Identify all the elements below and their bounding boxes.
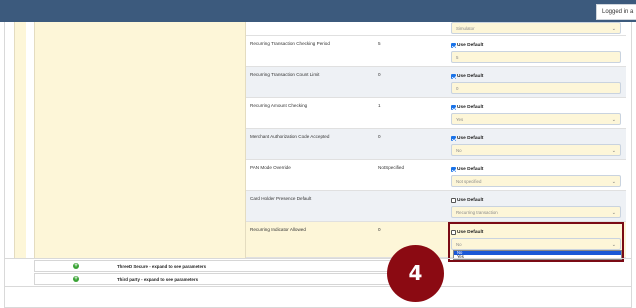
use-default-label: Use Default <box>457 42 484 48</box>
tree-group-column <box>34 22 246 258</box>
step-number-badge: 4 <box>387 245 444 302</box>
use-default-checkbox[interactable] <box>451 135 456 141</box>
param-name: Recurring Transaction Count Limit <box>250 72 320 77</box>
use-default-checkbox-group[interactable]: Use Default <box>451 134 483 142</box>
use-default-checkbox[interactable] <box>451 166 456 172</box>
plus-circle-icon[interactable]: + <box>73 276 79 282</box>
param-value: 1 <box>378 103 381 108</box>
param-select[interactable]: Not specified ⌄ <box>451 175 621 187</box>
param-row: PAN Mode Override NotSpecified Use Defau… <box>246 160 626 191</box>
section-label: ThreeD Secure - expand to see parameters <box>117 264 207 269</box>
param-select[interactable]: Yes ⌄ <box>451 113 621 125</box>
param-row: Merchant Authorization Code Accepted 0 U… <box>246 129 626 160</box>
param-row: Card Holder Presence Default Use Default… <box>246 191 626 222</box>
use-default-checkbox-group[interactable]: Use Default <box>451 165 483 173</box>
use-default-label: Use Default <box>457 197 484 203</box>
use-default-checkbox[interactable] <box>451 73 456 79</box>
chevron-down-icon: ⌄ <box>611 210 616 216</box>
param-value: 0 <box>378 227 381 232</box>
use-default-label: Use Default <box>457 73 484 79</box>
use-default-checkbox[interactable] <box>451 42 456 48</box>
plus-circle-icon[interactable]: + <box>73 263 79 269</box>
chevron-down-icon: ⌄ <box>611 148 616 154</box>
use-default-checkbox-group[interactable]: Use Default <box>451 196 483 204</box>
use-default-checkbox-group[interactable]: Use Default <box>451 72 483 80</box>
param-name: Merchant Authorization Code Accepted <box>250 134 330 139</box>
logged-in-label: Logged in a <box>596 4 636 20</box>
use-default-label: Use Default <box>457 104 484 110</box>
divider <box>4 258 632 259</box>
param-name: Recurring Amount Checking <box>250 103 308 108</box>
tree-indent-column <box>14 22 26 258</box>
section-label: Third party - expand to see parameters <box>117 277 199 282</box>
use-default-checkbox-group[interactable]: Use Default <box>451 41 483 49</box>
select-value: Simulator <box>456 26 475 31</box>
param-select[interactable]: No ⌄ <box>451 144 621 156</box>
param-select[interactable]: Recurring transaction ⌄ <box>451 206 621 218</box>
use-default-label: Use Default <box>457 166 484 172</box>
divider <box>4 286 632 287</box>
param-row: Recurring Transaction Count Limit 0 Use … <box>246 67 626 98</box>
param-value: 5 <box>378 41 381 46</box>
param-select[interactable]: Simulator ⌄ <box>451 22 621 34</box>
param-value: NotSpecified <box>378 165 405 170</box>
chevron-down-icon: ⌄ <box>611 26 616 32</box>
select-value: Not specified <box>456 179 482 184</box>
param-value: 0 <box>378 72 381 77</box>
use-default-checkbox[interactable] <box>451 197 456 203</box>
param-name: Card Holder Presence Default <box>250 196 312 201</box>
param-input[interactable]: 0 <box>451 82 621 94</box>
param-name: Recurring Transaction Checking Period <box>250 41 330 46</box>
param-row: Recurring Transaction Checking Period 5 … <box>246 36 626 67</box>
top-header-bar <box>0 0 636 22</box>
section-row-threed-secure[interactable]: + ThreeD Secure - expand to see paramete… <box>34 260 416 272</box>
chevron-down-icon: ⌄ <box>611 179 616 185</box>
param-name: Recurring Indicator Allowed <box>250 227 306 232</box>
param-value: 0 <box>378 134 381 139</box>
select-value: No <box>456 148 462 153</box>
param-name: PAN Mode Override <box>250 165 291 170</box>
select-value: Recurring transaction <box>456 210 498 215</box>
param-row: Recurring Amount Checking 1 Use Default … <box>246 98 626 129</box>
param-input[interactable]: 5 <box>451 51 621 63</box>
use-default-checkbox-group[interactable]: Use Default <box>451 103 483 111</box>
chevron-down-icon: ⌄ <box>611 117 616 123</box>
use-default-label: Use Default <box>457 135 484 141</box>
section-row-third-party[interactable]: + Third party - expand to see parameters <box>34 273 416 285</box>
use-default-checkbox[interactable] <box>451 104 456 110</box>
param-row-top: Simulator ⌄ <box>246 22 626 36</box>
select-value: Yes <box>456 117 464 122</box>
